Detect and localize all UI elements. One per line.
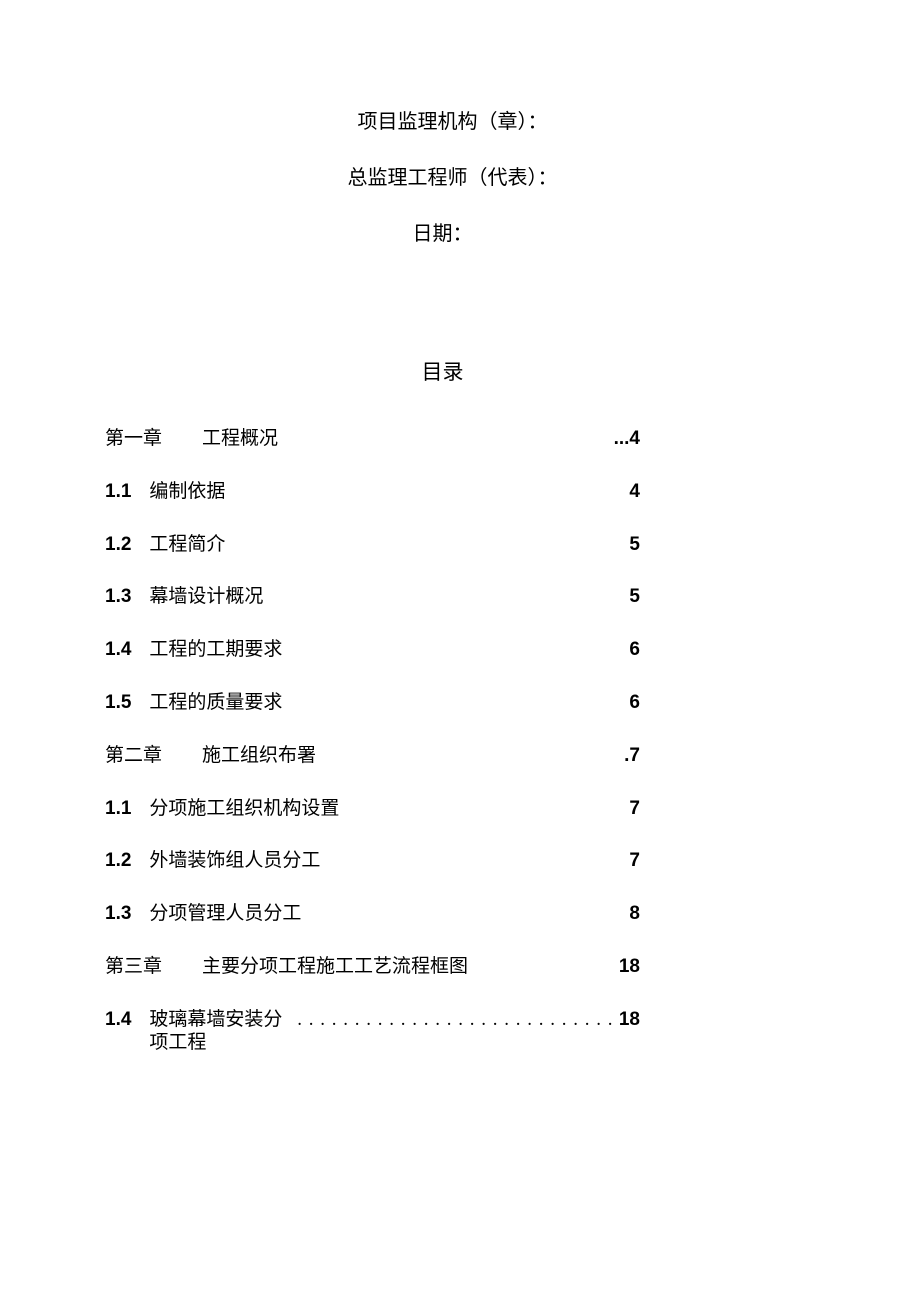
toc-page: 6 bbox=[629, 639, 640, 662]
toc-page: 6 bbox=[629, 692, 640, 715]
toc-num: 1.3 bbox=[105, 903, 131, 926]
toc-num: 第一章 bbox=[105, 428, 162, 451]
toc-page: 5 bbox=[629, 534, 640, 557]
toc-num: 1.5 bbox=[105, 692, 131, 715]
toc-entry: 1.4 工程的工期要求 6 bbox=[105, 639, 640, 662]
toc-num: 1.2 bbox=[105, 850, 131, 873]
toc-entry: 1.1 编制依据 4 bbox=[105, 481, 640, 504]
toc-page: .7 bbox=[624, 745, 640, 768]
toc-num: 1.2 bbox=[105, 534, 131, 557]
signature-line-org: 项目监理机构（章）： bbox=[105, 110, 780, 134]
toc-entry: 第一章 工程概况 ...4 bbox=[105, 428, 640, 451]
toc-label: 工程简介 bbox=[149, 534, 225, 557]
toc-page: 5 bbox=[629, 586, 640, 609]
toc: 第一章 工程概况 ...4 1.1 编制依据 4 1.2 工程简介 5 1.3 … bbox=[105, 428, 780, 1054]
toc-num: 第三章 bbox=[105, 956, 162, 979]
toc-entry: 1.5 工程的质量要求 6 bbox=[105, 692, 640, 715]
toc-page: 18 bbox=[619, 956, 640, 979]
toc-title: 目录 bbox=[105, 356, 780, 386]
toc-entry: 1.2 外墙装饰组人员分工 7 bbox=[105, 850, 640, 873]
toc-label: 工程的工期要求 bbox=[149, 639, 282, 662]
toc-label: 编制依据 bbox=[149, 481, 225, 504]
toc-page: 7 bbox=[629, 850, 640, 873]
toc-num: 1.1 bbox=[105, 481, 131, 504]
signature-line-engineer: 总监理工程师（代表）： bbox=[105, 166, 780, 190]
toc-entry: 1.3 幕墙设计概况 5 bbox=[105, 586, 640, 609]
toc-entry: 1.3 分项管理人员分工 8 bbox=[105, 903, 640, 926]
toc-num: 第二章 bbox=[105, 745, 162, 768]
toc-entry: 1.4 玻璃幕墙安装分项工程 . . . . . . . . . . . . .… bbox=[105, 1009, 640, 1055]
toc-page: 8 bbox=[629, 903, 640, 926]
toc-label: 施工组织布署 bbox=[202, 745, 316, 768]
toc-label: 工程概况 bbox=[202, 428, 278, 451]
toc-page: ...4 bbox=[614, 428, 640, 451]
toc-entry: 1.2 工程简介 5 bbox=[105, 534, 640, 557]
toc-entry: 第三章 主要分项工程施工工艺流程框图 18 bbox=[105, 956, 640, 979]
toc-page: 18 bbox=[619, 1009, 640, 1032]
toc-entry: 第二章 施工组织布署 .7 bbox=[105, 745, 640, 768]
toc-label: 外墙装饰组人员分工 bbox=[149, 850, 320, 873]
toc-num: 1.3 bbox=[105, 586, 131, 609]
toc-label: 幕墙设计概况 bbox=[149, 586, 263, 609]
toc-num: 1.4 bbox=[105, 639, 131, 662]
toc-label: 玻璃幕墙安装分项工程 bbox=[149, 1009, 297, 1055]
toc-leader-dots: . . . . . . . . . . . . . . . . . . . . … bbox=[297, 1009, 615, 1032]
toc-page: 4 bbox=[629, 481, 640, 504]
toc-page: 7 bbox=[629, 798, 640, 821]
toc-num: 1.1 bbox=[105, 798, 131, 821]
signature-line-date: 日期： bbox=[105, 222, 780, 246]
toc-label: 主要分项工程施工工艺流程框图 bbox=[202, 956, 468, 979]
signature-block: 项目监理机构（章）： 总监理工程师（代表）： 日期： bbox=[105, 110, 780, 246]
toc-label: 分项施工组织机构设置 bbox=[149, 798, 339, 821]
toc-num: 1.4 bbox=[105, 1009, 131, 1032]
toc-label: 工程的质量要求 bbox=[149, 692, 282, 715]
toc-label: 分项管理人员分工 bbox=[149, 903, 301, 926]
toc-entry: 1.1 分项施工组织机构设置 7 bbox=[105, 798, 640, 821]
document-page: 项目监理机构（章）： 总监理工程师（代表）： 日期： 目录 第一章 工程概况 .… bbox=[0, 0, 920, 1301]
